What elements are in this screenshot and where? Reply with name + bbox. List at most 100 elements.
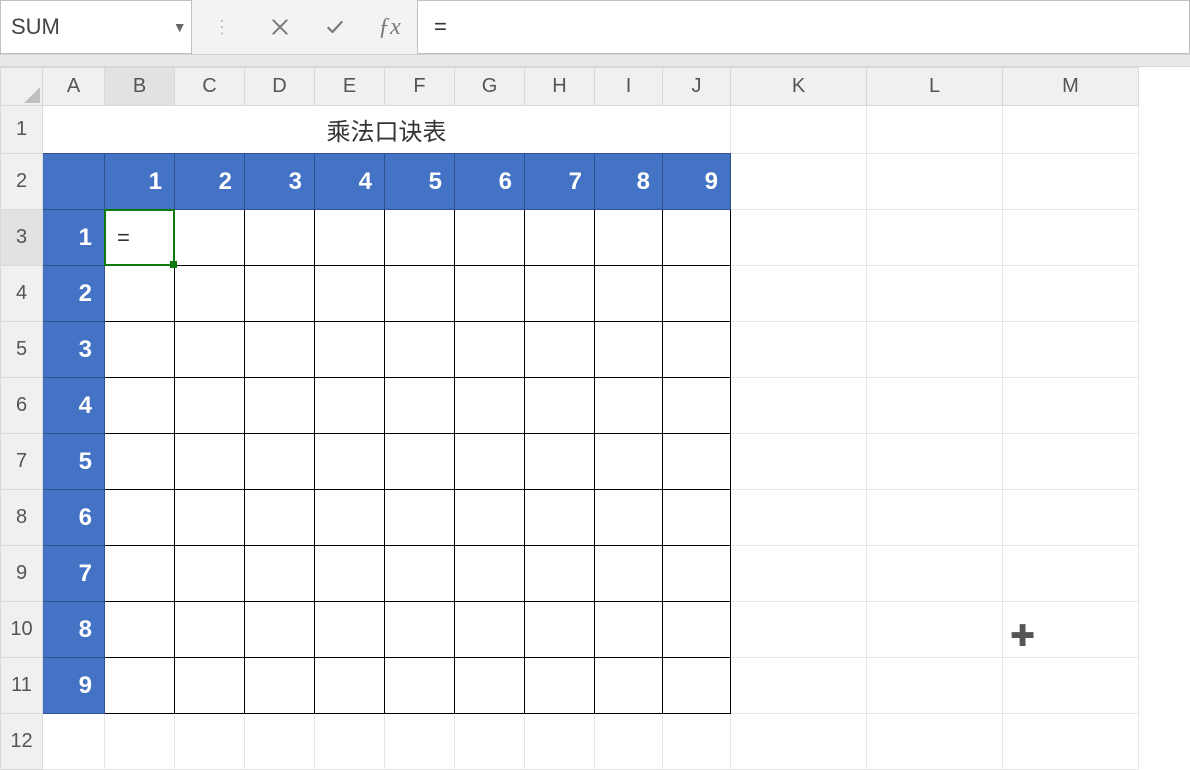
- mult-cell[interactable]: [175, 210, 245, 266]
- mult-cell[interactable]: [455, 434, 525, 490]
- active-edit-cell[interactable]: =: [105, 210, 175, 266]
- mult-cell[interactable]: [595, 602, 663, 658]
- mult-cell[interactable]: [385, 378, 455, 434]
- mult-cell[interactable]: [595, 546, 663, 602]
- cell[interactable]: [731, 210, 867, 266]
- column-header-G[interactable]: G: [455, 68, 525, 106]
- mult-cell[interactable]: [105, 602, 175, 658]
- mult-cell[interactable]: [385, 546, 455, 602]
- mult-cell[interactable]: [105, 658, 175, 714]
- mult-cell[interactable]: [525, 322, 595, 378]
- mult-table-corner[interactable]: [43, 154, 105, 210]
- mult-row-header-1[interactable]: 1: [43, 210, 105, 266]
- column-header-A[interactable]: A: [43, 68, 105, 106]
- mult-col-header-4[interactable]: 4: [315, 154, 385, 210]
- mult-cell[interactable]: [525, 266, 595, 322]
- cell[interactable]: [731, 490, 867, 546]
- mult-cell[interactable]: [525, 434, 595, 490]
- cell[interactable]: [867, 714, 1003, 770]
- mult-row-header-2[interactable]: 2: [43, 266, 105, 322]
- mult-cell[interactable]: [595, 210, 663, 266]
- mult-cell[interactable]: [385, 322, 455, 378]
- mult-cell[interactable]: [595, 434, 663, 490]
- column-header-C[interactable]: C: [175, 68, 245, 106]
- mult-cell[interactable]: [455, 322, 525, 378]
- mult-cell[interactable]: [315, 490, 385, 546]
- row-header-7[interactable]: 7: [1, 434, 43, 490]
- mult-cell[interactable]: [175, 434, 245, 490]
- cell[interactable]: [867, 266, 1003, 322]
- cell[interactable]: [1003, 714, 1139, 770]
- column-header-L[interactable]: L: [867, 68, 1003, 106]
- insert-function-button[interactable]: ƒx: [362, 0, 417, 54]
- mult-cell[interactable]: [455, 266, 525, 322]
- mult-cell[interactable]: [385, 602, 455, 658]
- cell[interactable]: [731, 106, 867, 154]
- cell[interactable]: [1003, 490, 1139, 546]
- mult-cell[interactable]: [663, 378, 731, 434]
- mult-cell[interactable]: [663, 434, 731, 490]
- mult-cell[interactable]: [595, 266, 663, 322]
- mult-cell[interactable]: [525, 602, 595, 658]
- mult-cell[interactable]: [663, 602, 731, 658]
- enter-button[interactable]: [307, 0, 362, 54]
- cell[interactable]: [867, 106, 1003, 154]
- mult-cell[interactable]: [595, 658, 663, 714]
- mult-cell[interactable]: [455, 658, 525, 714]
- column-header-F[interactable]: F: [385, 68, 455, 106]
- mult-cell[interactable]: [663, 658, 731, 714]
- cell[interactable]: [867, 154, 1003, 210]
- mult-cell[interactable]: [315, 546, 385, 602]
- mult-cell[interactable]: [385, 658, 455, 714]
- mult-cell[interactable]: [315, 378, 385, 434]
- name-box-input[interactable]: [9, 13, 168, 41]
- cell[interactable]: [315, 714, 385, 770]
- mult-cell[interactable]: [105, 434, 175, 490]
- mult-cell[interactable]: [245, 434, 315, 490]
- mult-cell[interactable]: [595, 378, 663, 434]
- row-header-11[interactable]: 11: [1, 658, 43, 714]
- cell[interactable]: [731, 434, 867, 490]
- mult-cell[interactable]: [315, 434, 385, 490]
- row-header-8[interactable]: 8: [1, 490, 43, 546]
- formula-input[interactable]: [432, 13, 1189, 41]
- cell[interactable]: [1003, 378, 1139, 434]
- mult-cell[interactable]: [455, 378, 525, 434]
- row-header-2[interactable]: 2: [1, 154, 43, 210]
- cell[interactable]: [1003, 658, 1139, 714]
- mult-row-header-7[interactable]: 7: [43, 546, 105, 602]
- cell[interactable]: [867, 378, 1003, 434]
- mult-cell[interactable]: [175, 322, 245, 378]
- mult-row-header-8[interactable]: 8: [43, 602, 105, 658]
- column-header-K[interactable]: K: [731, 68, 867, 106]
- mult-cell[interactable]: [385, 210, 455, 266]
- mult-cell[interactable]: [175, 378, 245, 434]
- row-header-9[interactable]: 9: [1, 546, 43, 602]
- cell[interactable]: [1003, 322, 1139, 378]
- cell[interactable]: [731, 154, 867, 210]
- cell[interactable]: [525, 714, 595, 770]
- mult-col-header-2[interactable]: 2: [175, 154, 245, 210]
- name-box[interactable]: ▼: [0, 0, 192, 54]
- column-header-E[interactable]: E: [315, 68, 385, 106]
- cell[interactable]: [1003, 602, 1139, 658]
- mult-cell[interactable]: [105, 322, 175, 378]
- mult-cell[interactable]: [245, 546, 315, 602]
- mult-row-header-6[interactable]: 6: [43, 490, 105, 546]
- mult-cell[interactable]: [175, 266, 245, 322]
- mult-cell[interactable]: [175, 490, 245, 546]
- mult-cell[interactable]: [175, 658, 245, 714]
- mult-cell[interactable]: [595, 490, 663, 546]
- row-header-1[interactable]: 1: [1, 106, 43, 154]
- mult-cell[interactable]: [385, 490, 455, 546]
- mult-cell[interactable]: [245, 602, 315, 658]
- mult-cell[interactable]: [105, 490, 175, 546]
- row-header-12[interactable]: 12: [1, 714, 43, 770]
- cell[interactable]: [731, 658, 867, 714]
- row-header-6[interactable]: 6: [1, 378, 43, 434]
- mult-cell[interactable]: [245, 210, 315, 266]
- cell[interactable]: [43, 714, 105, 770]
- mult-col-header-3[interactable]: 3: [245, 154, 315, 210]
- mult-cell[interactable]: [105, 546, 175, 602]
- cell[interactable]: [867, 434, 1003, 490]
